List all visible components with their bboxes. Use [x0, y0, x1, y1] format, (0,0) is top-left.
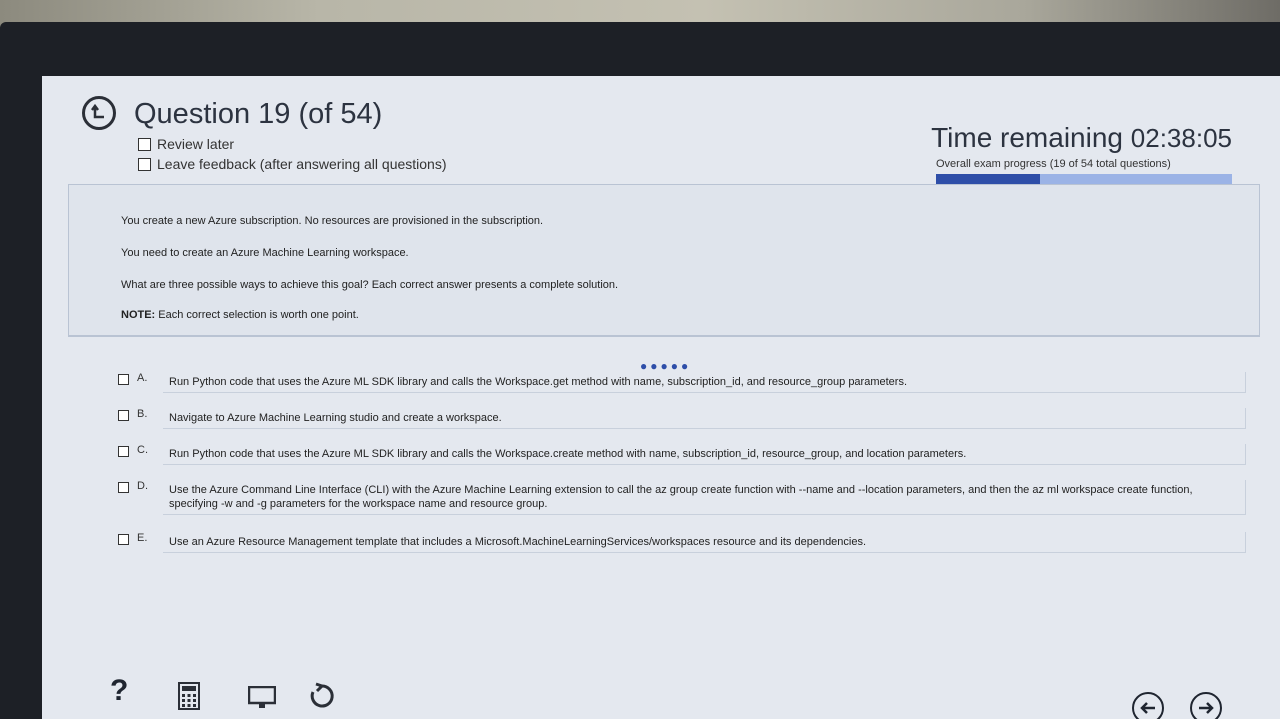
reset-icon[interactable] [308, 682, 336, 715]
exam-header: Question 19 (of 54) Review later Leave f… [42, 76, 1280, 189]
option-text[interactable]: Run Python code that uses the Azure ML S… [163, 444, 1246, 465]
option-letter: B. [137, 408, 148, 420]
checkbox-icon[interactable] [118, 410, 129, 421]
review-later-checkbox[interactable]: Review later [138, 136, 234, 152]
next-icon[interactable] [1190, 692, 1222, 719]
option-text[interactable]: Use an Azure Resource Management templat… [163, 532, 1246, 553]
option-d[interactable]: D. Use the Azure Command Line Interface … [118, 480, 1246, 515]
time-remaining: Time remaining 02:38:05 [931, 122, 1232, 154]
review-later-label: Review later [157, 136, 235, 152]
checkbox-icon[interactable] [138, 137, 151, 151]
checkbox-icon[interactable] [138, 157, 151, 171]
option-letter: C. [137, 444, 148, 456]
screen-icon[interactable] [247, 685, 277, 715]
back-icon[interactable] [82, 96, 116, 130]
question-line-3: What are three possible ways to achieve … [121, 279, 619, 291]
option-letter: D. [137, 480, 148, 492]
calculator-icon[interactable] [178, 682, 200, 715]
note-text: Each correct selection is worth one poin… [158, 309, 359, 321]
leave-feedback-label: Leave feedback (after answering all ques… [157, 156, 447, 172]
option-c[interactable]: C. Run Python code that uses the Azure M… [118, 444, 1246, 465]
question-panel: You create a new Azure subscription. No … [68, 184, 1260, 336]
checkbox-icon[interactable] [118, 374, 129, 385]
time-remaining-label: Time remaining [931, 122, 1123, 153]
checkbox-icon[interactable] [118, 482, 129, 493]
previous-icon[interactable] [1132, 692, 1164, 719]
question-line-2: You need to create an Azure Machine Lear… [121, 247, 409, 259]
progress-text: Overall exam progress (19 of 54 total qu… [936, 158, 1171, 170]
option-letter: E. [137, 532, 148, 544]
leave-feedback-checkbox[interactable]: Leave feedback (after answering all ques… [138, 156, 447, 172]
option-letter: A. [137, 372, 148, 384]
drag-handle-icon[interactable]: ●●●●● [640, 359, 691, 373]
checkbox-icon[interactable] [118, 446, 129, 457]
note-label: NOTE: [121, 309, 156, 321]
exam-screen: Question 19 (of 54) Review later Leave f… [42, 76, 1280, 719]
option-e[interactable]: E. Use an Azure Resource Management temp… [118, 532, 1246, 553]
option-b[interactable]: B. Navigate to Azure Machine Learning st… [118, 408, 1246, 429]
time-remaining-value: 02:38:05 [1130, 123, 1232, 153]
option-text[interactable]: Run Python code that uses the Azure ML S… [163, 372, 1246, 393]
question-line-1: You create a new Azure subscription. No … [121, 215, 544, 227]
help-icon[interactable]: ? [110, 674, 128, 708]
option-a[interactable]: A. Run Python code that uses the Azure M… [118, 372, 1246, 393]
checkbox-icon[interactable] [118, 534, 129, 545]
option-text[interactable]: Use the Azure Command Line Interface (CL… [163, 480, 1246, 515]
question-note: NOTE: Each correct selection is worth on… [121, 309, 359, 321]
option-text[interactable]: Navigate to Azure Machine Learning studi… [163, 408, 1246, 429]
question-title: Question 19 (of 54) [134, 98, 383, 130]
